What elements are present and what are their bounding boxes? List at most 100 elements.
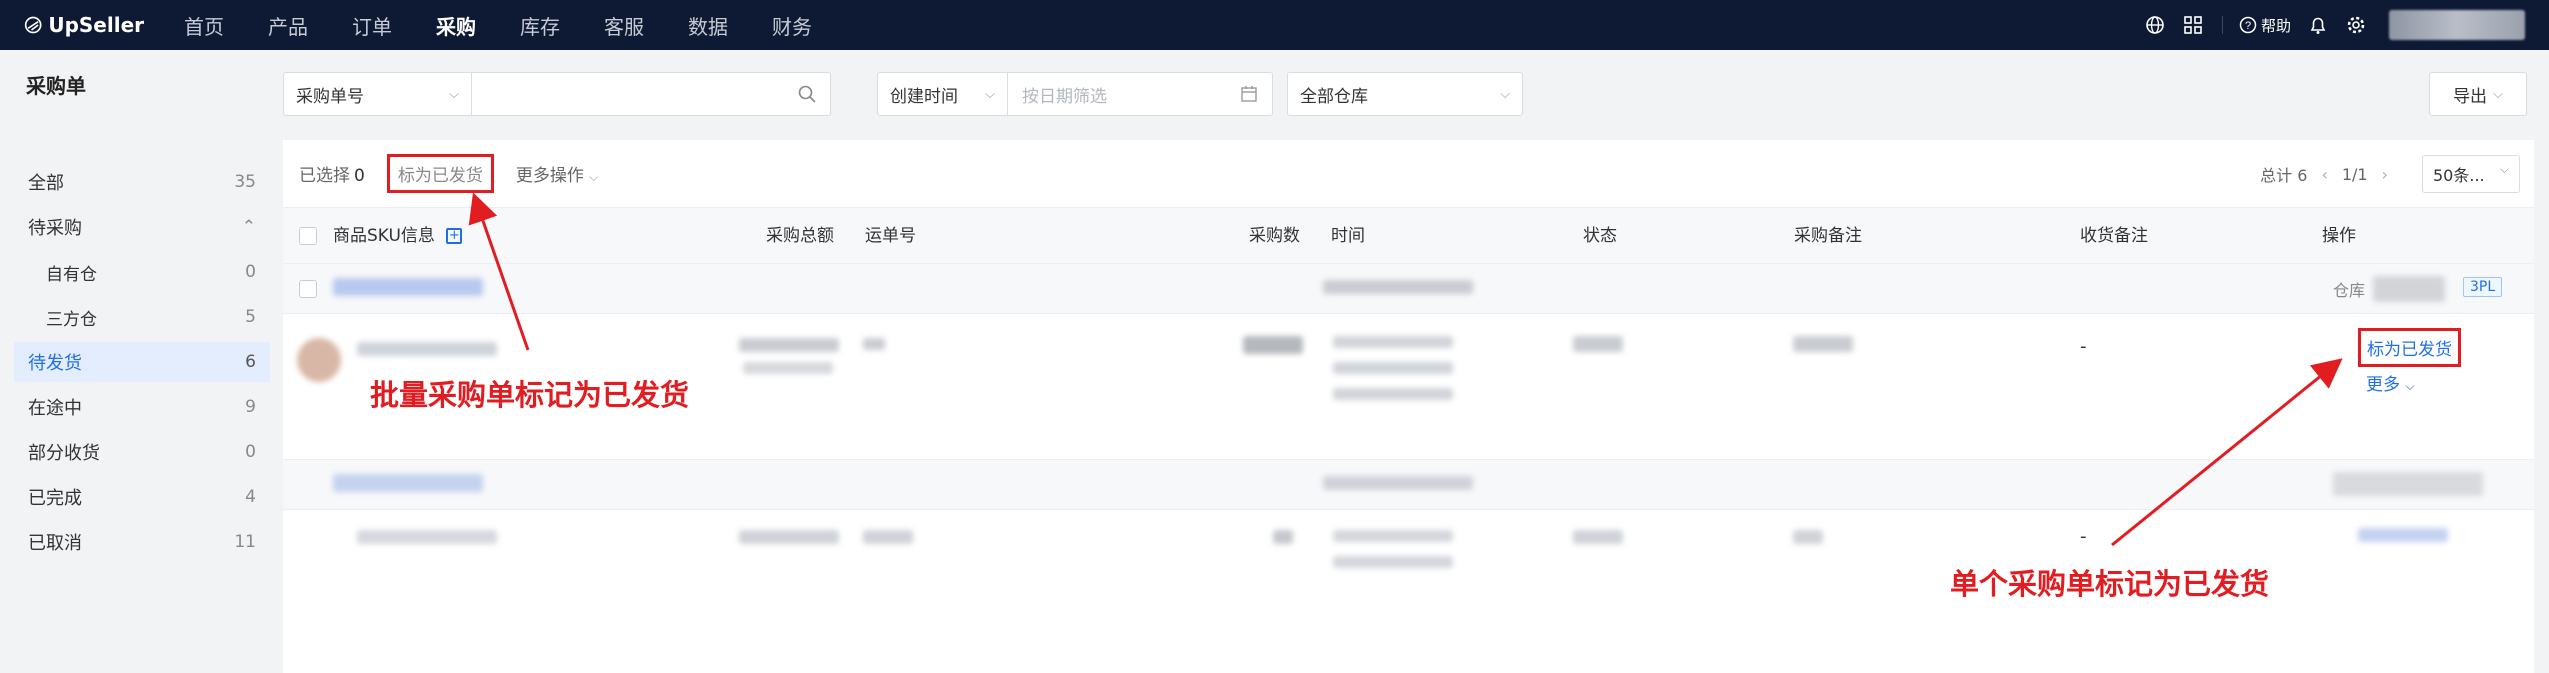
table-header: 商品SKU信息 + 采购总额 运单号 采购数 时间 状态 采购备注 收货备注 操… bbox=[283, 208, 2534, 264]
order-row-header bbox=[283, 460, 2534, 510]
order-number-link[interactable] bbox=[333, 474, 483, 492]
sidebar-item-count: 35 bbox=[234, 172, 256, 192]
sidebar-item-count: 4 bbox=[245, 487, 256, 507]
date-range-input[interactable]: 按日期筛选 bbox=[1008, 73, 1272, 115]
row-more-dropdown[interactable]: 更多 ⌵ bbox=[2366, 370, 2415, 395]
nav-item[interactable]: 首页 bbox=[184, 11, 224, 40]
selected-number: 0 bbox=[354, 166, 365, 186]
date-type-select[interactable]: 创建时间 ⌵ bbox=[878, 73, 1007, 115]
nav-separator bbox=[2221, 16, 2223, 34]
annotation-batch: 批量采购单标记为已发货 bbox=[370, 378, 690, 412]
page-size-value: 50条... bbox=[2433, 166, 2485, 185]
order-row-header: 仓库 3PL bbox=[283, 264, 2534, 314]
warehouse-label: 仓库 bbox=[2333, 281, 2366, 300]
nav-item[interactable]: 产品 bbox=[268, 11, 308, 40]
product-thumbnail bbox=[297, 338, 341, 382]
prev-page-icon[interactable]: ‹ bbox=[2321, 165, 2327, 184]
status-value bbox=[1573, 336, 1623, 352]
chevron-up-icon: ⌃ bbox=[241, 217, 256, 237]
date-type-value: 创建时间 bbox=[890, 86, 958, 107]
nav-item[interactable]: 采购 bbox=[436, 11, 476, 40]
date-placeholder: 按日期筛选 bbox=[1022, 86, 1107, 107]
help-link[interactable]: ? 帮助 bbox=[2239, 15, 2291, 36]
next-page-icon[interactable]: › bbox=[2382, 165, 2388, 184]
nav-item[interactable]: 订单 bbox=[352, 11, 392, 40]
search-input[interactable] bbox=[472, 73, 830, 115]
sidebar-item-label: 全部 bbox=[28, 173, 64, 194]
sidebar-item[interactable]: 已完成 4 bbox=[14, 477, 270, 517]
top-navbar: UpSeller 首页 产品 订单 采购 库存 客服 数据 财务 ? 帮助 bbox=[0, 0, 2549, 50]
chevron-down-icon: ⌵ bbox=[2493, 86, 2503, 102]
nav-right-tools: ? 帮助 bbox=[2128, 0, 2525, 50]
gear-icon[interactable] bbox=[2345, 14, 2367, 36]
column-settings-icon[interactable]: + bbox=[446, 228, 463, 244]
sidebar-item-count: 6 bbox=[245, 352, 256, 372]
order-meta bbox=[1323, 476, 1473, 490]
nav-item[interactable]: 客服 bbox=[604, 11, 644, 40]
brand-name: UpSeller bbox=[48, 13, 144, 37]
annotation-single: 单个采购单标记为已发货 bbox=[1950, 567, 2270, 601]
page-indicator: 1/1 bbox=[2341, 164, 2368, 184]
sidebar-item[interactable]: 已取消 11 bbox=[14, 522, 270, 562]
more-operations-dropdown[interactable]: 更多操作 ⌵ bbox=[516, 161, 599, 186]
main-nav: 首页 产品 订单 采购 库存 客服 数据 财务 bbox=[184, 11, 856, 40]
chevron-down-icon: ⌵ bbox=[2499, 162, 2509, 176]
tag-3pl: 3PL bbox=[2463, 277, 2503, 297]
sidebar-item-count: 5 bbox=[245, 307, 256, 327]
sidebar-item-count: 9 bbox=[245, 397, 256, 417]
sidebar-item-label: 在途中 bbox=[28, 398, 82, 419]
time-other bbox=[1333, 388, 1453, 400]
logo-icon bbox=[24, 16, 42, 34]
total-count: 总计 6 bbox=[2260, 166, 2308, 185]
order-number-link[interactable] bbox=[333, 278, 483, 296]
purchase-qty-value bbox=[1273, 530, 1293, 544]
apps-grid-icon[interactable] bbox=[2182, 14, 2204, 36]
date-filter: 创建时间 ⌵ 按日期筛选 bbox=[877, 72, 1273, 116]
brand-logo[interactable]: UpSeller bbox=[24, 13, 144, 37]
batch-toolbar: 已选择 0 标为已发货 更多操作 ⌵ 总计 6 ‹ 1/1 › 50条... ⌵ bbox=[283, 140, 2534, 208]
col-purchase-qty: 采购数 bbox=[1249, 226, 1300, 246]
search-type-select[interactable]: 采购单号 ⌵ bbox=[284, 73, 471, 115]
row-more-label: 更多 bbox=[2366, 375, 2400, 395]
col-purchase-total: 采购总额 bbox=[766, 226, 834, 246]
chevron-down-icon: ⌵ bbox=[449, 86, 459, 102]
sidebar-item[interactable]: 部分收货 0 bbox=[14, 432, 270, 472]
sidebar-item-count: 0 bbox=[245, 442, 256, 462]
sidebar-item[interactable]: 自有仓 0 bbox=[14, 252, 270, 292]
help-icon: ? bbox=[2239, 16, 2257, 34]
export-button[interactable]: 导出 ⌵ bbox=[2429, 72, 2527, 116]
search-icon[interactable] bbox=[798, 85, 816, 103]
warehouse-select[interactable]: 全部仓库 ⌵ bbox=[1287, 72, 1523, 116]
chevron-down-icon: ⌵ bbox=[1500, 86, 1510, 102]
sidebar-item-label: 部分收货 bbox=[28, 443, 100, 464]
sidebar-item-count: 0 bbox=[245, 262, 256, 282]
select-all-checkbox[interactable] bbox=[299, 227, 317, 245]
sidebar: 采购单 全部 35 待采购 ⌃ 自有仓 0 三方仓 5 待发货 6 在途中 9 部分收货 0 已完成 4 已取消… bbox=[0, 50, 283, 673]
col-tracking-no: 运单号 bbox=[865, 226, 916, 246]
sidebar-item[interactable]: 在途中 9 bbox=[14, 387, 270, 427]
receipt-note-value: - bbox=[2080, 526, 2087, 547]
single-mark-shipped-button[interactable]: 标为已发货 bbox=[2367, 340, 2452, 360]
purchase-note-value bbox=[1793, 530, 1823, 544]
user-account-menu[interactable] bbox=[2389, 10, 2525, 40]
nav-item[interactable]: 库存 bbox=[520, 11, 560, 40]
bell-icon[interactable] bbox=[2307, 14, 2329, 36]
sidebar-item-label: 已完成 bbox=[28, 488, 82, 509]
sidebar-item[interactable]: 三方仓 5 bbox=[14, 297, 270, 337]
row-action-link[interactable] bbox=[2358, 528, 2448, 542]
warehouse-name bbox=[2333, 472, 2483, 496]
globe-icon[interactable] bbox=[2144, 14, 2166, 36]
status-value bbox=[1573, 530, 1623, 544]
more-ops-label: 更多操作 bbox=[515, 166, 584, 186]
nav-item[interactable]: 数据 bbox=[688, 11, 728, 40]
page-size-select[interactable]: 50条... ⌵ bbox=[2422, 155, 2520, 193]
sidebar-item[interactable]: 全部 35 bbox=[14, 162, 270, 202]
sidebar-item[interactable]: 待发货 6 bbox=[14, 342, 270, 382]
batch-mark-shipped-button[interactable]: 标为已发货 bbox=[386, 154, 494, 193]
search-filter: 采购单号 ⌵ bbox=[283, 72, 831, 116]
purchase-total-value bbox=[739, 338, 839, 352]
sidebar-item[interactable]: 待采购 ⌃ bbox=[14, 207, 270, 247]
nav-item[interactable]: 财务 bbox=[772, 11, 812, 40]
sidebar-item-label: 待发货 bbox=[28, 353, 82, 374]
row-checkbox[interactable] bbox=[299, 280, 317, 298]
